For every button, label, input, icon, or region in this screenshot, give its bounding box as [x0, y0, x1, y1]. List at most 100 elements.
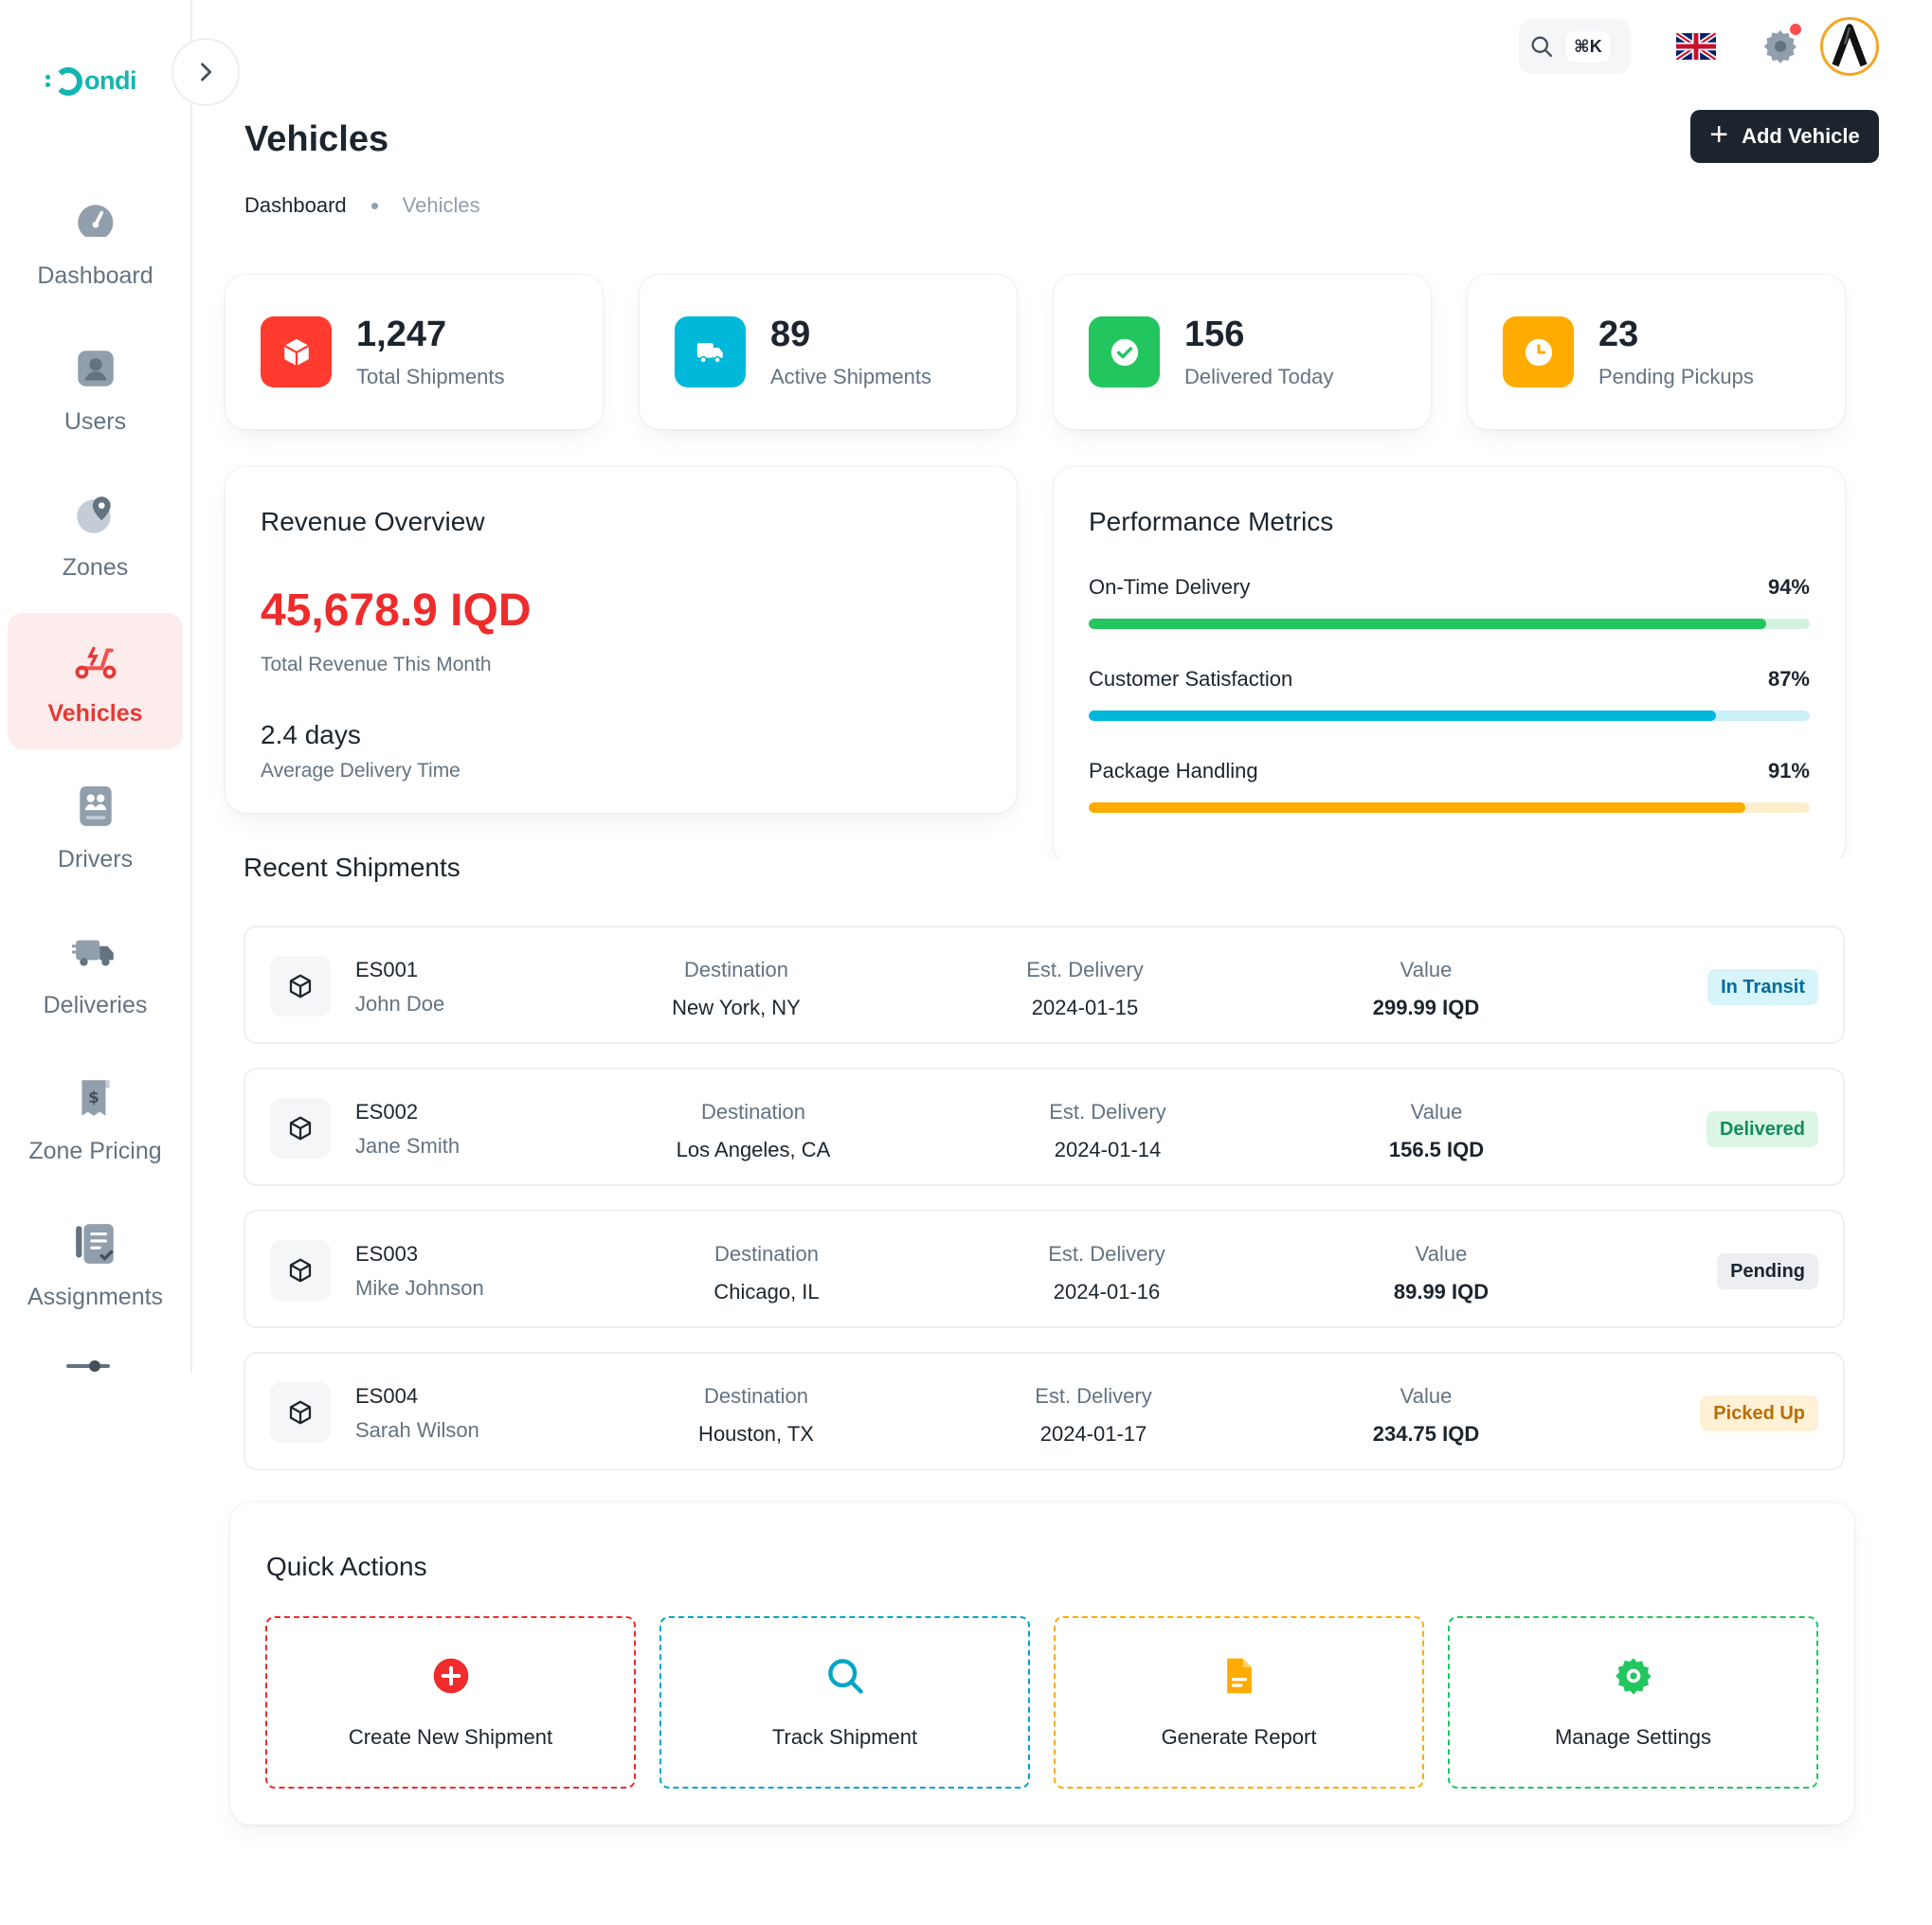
package-icon-box [270, 956, 331, 1016]
sidebar-item-label: Vehicles [47, 699, 143, 727]
sidebar-item-vehicles[interactable]: Vehicles [8, 613, 183, 749]
breadcrumb-dashboard-link[interactable]: Dashboard [244, 193, 347, 218]
metric-progress-fill [1089, 802, 1745, 813]
metric-percent: 91% [1767, 759, 1810, 783]
destination-cell: Destination Chicago, IL [713, 1242, 819, 1304]
add-vehicle-button[interactable]: + Add Vehicle [1690, 110, 1879, 163]
logo-dots-icon [45, 75, 50, 87]
metric-progress-track [1089, 802, 1810, 813]
value-label: Value [1415, 1242, 1468, 1266]
shipment-id: ES002 [355, 1100, 419, 1124]
metric-label: On-Time Delivery [1089, 575, 1251, 599]
table-row[interactable]: ES003 Mike Johnson Destination Chicago, I… [244, 1210, 1845, 1328]
stat-label: Pending Pickups [1598, 365, 1754, 388]
shipment-id: ES003 [355, 1242, 419, 1266]
destination-cell: Destination Los Angeles, CA [677, 1100, 831, 1162]
eta-value: 2024-01-14 [1054, 1138, 1162, 1161]
package-icon [289, 974, 312, 998]
status-badge: In Transit [1707, 969, 1818, 1005]
quick-actions-title: Quick Actions [266, 1552, 427, 1581]
stat-card-pending-pickups: 23 Pending Pickups [1468, 275, 1845, 429]
search-icon [1531, 36, 1553, 58]
quick-actions-card: Quick Actions Create New Shipment Track … [230, 1502, 1854, 1825]
status-badge: Picked Up [1700, 1395, 1818, 1431]
destination-value: Chicago, IL [713, 1280, 820, 1304]
eta-cell: Est. Delivery 2024-01-15 [1026, 958, 1143, 1020]
check-circle-icon [1110, 338, 1138, 366]
search-button[interactable]: ⌘K [1519, 19, 1631, 74]
package-icon [289, 1116, 312, 1141]
sidebar-item-label: Drivers [57, 845, 134, 873]
table-row[interactable]: ES002 Jane Smith Destination Los Angeles,… [244, 1068, 1845, 1186]
table-row[interactable]: ES004 Sarah Wilson Destination Houston, T… [244, 1352, 1845, 1470]
checklist-icon [71, 1219, 120, 1268]
value-label: Value [1410, 1100, 1463, 1124]
sidebar-item-label: Zones [62, 553, 129, 581]
destination-value: Houston, TX [698, 1422, 814, 1446]
performance-metrics-card: Performance Metrics On-Time Delivery 94%… [1054, 467, 1845, 865]
table-row[interactable]: ES001 John Doe Destination New York, NY E… [244, 926, 1845, 1044]
sidebar-item-zone-pricing[interactable]: $ Zone Pricing [8, 1051, 183, 1187]
map-pin-icon [71, 490, 120, 539]
plus-circle-icon [430, 1655, 472, 1697]
logo-ring-icon [54, 66, 82, 96]
destination-label: Destination [713, 1242, 820, 1266]
action-label: Create New Shipment [348, 1725, 553, 1749]
destination-label: Destination [683, 958, 789, 981]
sidebar-item-dashboard[interactable]: Dashboard [8, 175, 183, 312]
destination-cell: Destination Houston, TX [698, 1384, 814, 1447]
revenue-overview-card: Revenue Overview 45,678.9 IQD Total Reve… [226, 467, 1017, 813]
stat-icon-badge [1503, 316, 1574, 387]
customer-name: Sarah Wilson [355, 1418, 479, 1442]
truck-icon [71, 927, 120, 977]
sidebar-item-drivers[interactable]: Drivers [8, 759, 183, 895]
track-shipment-button[interactable]: Track Shipment [659, 1616, 1030, 1789]
collapse-sidebar-button[interactable] [172, 38, 240, 106]
avatar[interactable] [1820, 17, 1879, 76]
package-icon-box [270, 1098, 331, 1159]
customer-name: Mike Johnson [355, 1276, 484, 1300]
revenue-title: Revenue Overview [261, 507, 485, 536]
stat-label: Active Shipments [770, 365, 931, 388]
shipment-value: 156.5 IQD [1388, 1138, 1485, 1161]
brand-name: ondi [84, 66, 136, 95]
brand-logo[interactable]: ondi [45, 66, 136, 96]
value-cell: Value 156.5 IQD [1389, 1100, 1484, 1162]
action-label: Generate Report [1161, 1725, 1317, 1749]
uk-flag-icon[interactable] [1676, 31, 1716, 62]
sidebar-item-label: Dashboard [37, 261, 153, 289]
gear-icon [1613, 1655, 1654, 1697]
metric-progress-fill [1089, 619, 1767, 629]
eta-cell: Est. Delivery 2024-01-17 [1035, 1384, 1151, 1447]
eta-label: Est. Delivery [1048, 1242, 1165, 1266]
stat-icon-badge [261, 316, 332, 387]
metric-percent: 94% [1767, 575, 1810, 599]
revenue-amount: 45,678.9 IQD [261, 585, 532, 636]
generate-report-button[interactable]: Generate Report [1054, 1616, 1424, 1789]
stat-card-delivered-today: 156 Delivered Today [1054, 275, 1431, 429]
settings-button[interactable] [1761, 24, 1801, 65]
sidebar-item-assignments[interactable]: Assignments [8, 1196, 183, 1333]
sidebar-item-users[interactable]: Users [8, 321, 183, 458]
sidebar-item-deliveries[interactable]: Deliveries [8, 905, 183, 1041]
action-label: Track Shipment [771, 1725, 918, 1749]
stat-icon-badge [1089, 316, 1160, 387]
sidebar-item-zones[interactable]: Zones [8, 467, 183, 603]
performance-title: Performance Metrics [1089, 507, 1334, 536]
stat-card-total-shipments: 1,247 Total Shipments [226, 275, 603, 429]
eta-cell: Est. Delivery 2024-01-14 [1049, 1100, 1165, 1162]
eta-label: Est. Delivery [1035, 1384, 1152, 1408]
manage-settings-button[interactable]: Manage Settings [1448, 1616, 1818, 1789]
page-title: Vehicles [244, 119, 389, 159]
metric-label: Customer Satisfaction [1089, 667, 1293, 691]
eta-value: 2024-01-16 [1053, 1280, 1161, 1304]
value-cell: Value 89.99 IQD [1394, 1242, 1489, 1304]
stat-value: 1,247 [356, 315, 447, 354]
action-label: Manage Settings [1554, 1725, 1712, 1749]
performance-card-clip [1042, 858, 1867, 887]
create-new-shipment-button[interactable]: Create New Shipment [265, 1616, 636, 1789]
shipment-value: 89.99 IQD [1393, 1280, 1490, 1304]
more-slider-icon[interactable] [66, 1359, 110, 1373]
svg-text:$: $ [88, 1088, 99, 1106]
shipment-id: ES001 [355, 958, 419, 981]
